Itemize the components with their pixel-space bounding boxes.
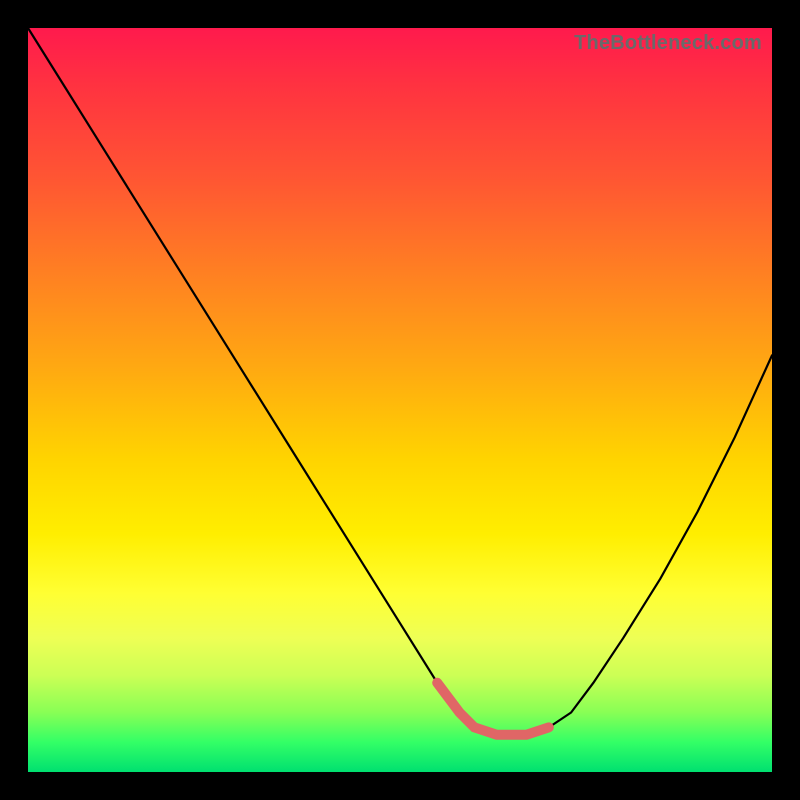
plot-area: TheBottleneck.com xyxy=(28,28,772,772)
optimal-range-highlight xyxy=(437,683,549,735)
bottleneck-curve xyxy=(28,28,772,735)
chart-svg xyxy=(28,28,772,772)
chart-frame: TheBottleneck.com xyxy=(0,0,800,800)
